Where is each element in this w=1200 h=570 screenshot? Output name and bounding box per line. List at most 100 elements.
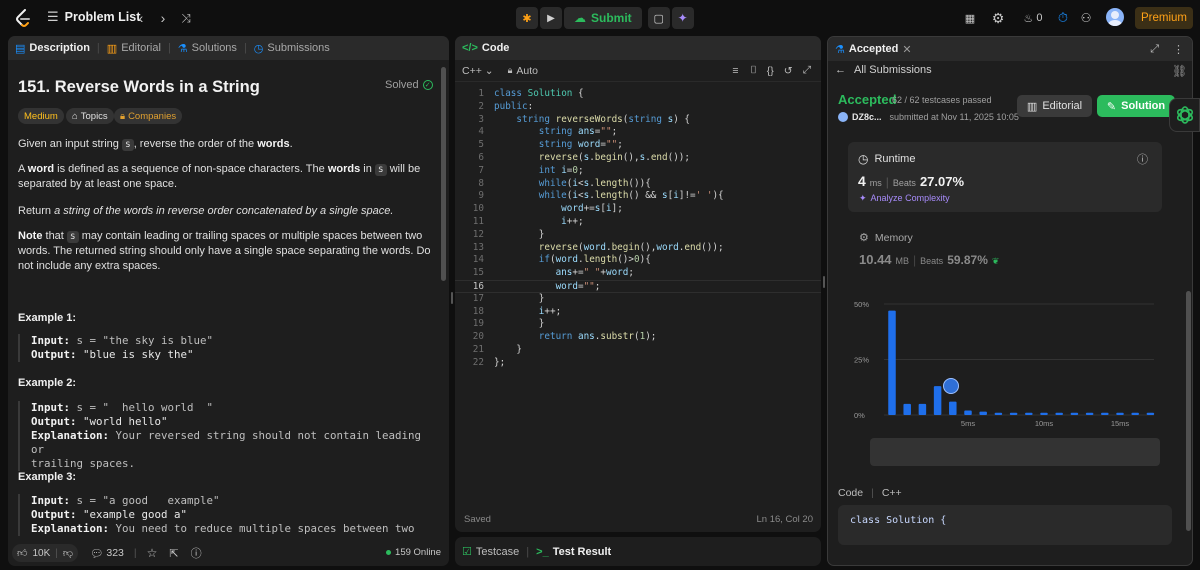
solution-button[interactable]: ✎ Solution bbox=[1097, 95, 1175, 117]
link-icon[interactable]: ⛓ bbox=[1172, 64, 1187, 78]
check-circle-icon: ✓ bbox=[422, 80, 433, 90]
all-submissions-link[interactable]: ← All Submissions bbox=[835, 64, 932, 76]
example-2-title: Example 2: bbox=[18, 377, 77, 389]
runtime-bar[interactable] bbox=[1116, 412, 1124, 415]
runtime-bar[interactable] bbox=[979, 411, 987, 415]
topics-tag[interactable]: ⌂ Topics bbox=[66, 108, 114, 124]
terminal-icon: >_ bbox=[536, 545, 549, 558]
online-dot bbox=[386, 550, 392, 555]
streak-fire-icon[interactable]: ♨ 0 bbox=[1019, 10, 1047, 26]
shuffle-icon[interactable]: ⤨ bbox=[178, 10, 194, 26]
bookmark-icon[interactable]: ⌷ bbox=[750, 64, 756, 77]
description-paragraph-2: A word is defined as a sequence of non-s… bbox=[18, 163, 421, 190]
ai-button[interactable]: ✦ bbox=[671, 7, 694, 29]
tab-accepted[interactable]: ⚗ Accepted ✕ bbox=[828, 43, 919, 56]
companies-tag[interactable]: 🔒︎ Companies bbox=[114, 108, 183, 124]
example-3-block: Input: s = "a good example" Output: "exa… bbox=[18, 494, 428, 536]
close-icon[interactable]: ✕ bbox=[902, 43, 911, 56]
runtime-bar[interactable] bbox=[1055, 412, 1063, 415]
comment-icon[interactable]: 💬︎ bbox=[90, 547, 103, 560]
share-icon[interactable]: ⇱ bbox=[169, 547, 178, 560]
timer-icon[interactable]: ⏱ bbox=[1054, 9, 1072, 27]
runtime-bar[interactable] bbox=[1009, 412, 1018, 415]
auto-mode-label[interactable]: Auto bbox=[516, 65, 538, 77]
fullscreen-icon[interactable]: ⤢ bbox=[803, 64, 811, 77]
layout-icon[interactable]: ▦ bbox=[962, 10, 978, 26]
tab-test-result[interactable]: >_ Test Result bbox=[529, 546, 618, 558]
tab-testcase[interactable]: ☑ Testcase bbox=[455, 545, 526, 559]
x-tick-label: 10ms bbox=[1035, 419, 1054, 428]
thumbs-down-icon[interactable]: 👎︎ bbox=[63, 547, 73, 559]
checkbox-icon: ☑ bbox=[462, 546, 472, 558]
runtime-bar[interactable] bbox=[994, 412, 1003, 415]
runtime-bar[interactable] bbox=[949, 401, 957, 415]
runtime-bar[interactable] bbox=[1040, 412, 1048, 415]
tab-editorial[interactable]: ▥ Editorial bbox=[100, 42, 168, 55]
premium-button[interactable]: Premium bbox=[1135, 7, 1193, 29]
tab-description[interactable]: ▤ Description bbox=[8, 42, 97, 55]
assistant-widget[interactable] bbox=[1169, 98, 1200, 132]
runtime-bar[interactable] bbox=[918, 403, 927, 415]
runtime-bar[interactable] bbox=[903, 403, 911, 415]
x-tick-label: 5ms bbox=[961, 419, 975, 428]
notes-button[interactable]: ▢ bbox=[647, 7, 670, 29]
description-scrollbar[interactable] bbox=[441, 67, 446, 281]
leetcode-logo-icon[interactable] bbox=[14, 9, 31, 27]
runtime-bar[interactable] bbox=[1131, 412, 1139, 415]
more-icon[interactable]: ⋮ bbox=[1173, 43, 1184, 56]
runtime-bar[interactable] bbox=[964, 410, 972, 415]
code-brackets-icon: </> bbox=[462, 42, 478, 54]
prev-problem-icon[interactable]: ‹ bbox=[134, 10, 148, 26]
expand-icon[interactable]: ⤢ bbox=[1150, 43, 1159, 56]
example-3-title: Example 3: bbox=[18, 471, 77, 483]
submit-button[interactable]: ☁ Submit bbox=[564, 7, 642, 29]
run-toolbar: ✱ ▶ ☁ Submit ▢ ✦ bbox=[516, 7, 694, 29]
runtime-bar[interactable] bbox=[933, 386, 942, 415]
problem-title: 151. Reverse Words in a String bbox=[18, 78, 260, 96]
analyze-complexity-link[interactable]: ✦ Analyze Complexity bbox=[859, 193, 950, 204]
right-splitter[interactable] bbox=[823, 276, 825, 288]
testcases-passed: 62 / 62 testcases passed bbox=[892, 95, 992, 105]
openai-icon bbox=[1176, 106, 1193, 124]
settings-gear-icon[interactable]: ⚙ bbox=[990, 10, 1006, 26]
runtime-bar[interactable] bbox=[1101, 412, 1109, 415]
braces-icon[interactable]: {} bbox=[767, 65, 774, 77]
runtime-bar[interactable] bbox=[1070, 412, 1079, 415]
runtime-bar[interactable] bbox=[1085, 412, 1094, 415]
range-selector[interactable] bbox=[870, 438, 1160, 466]
test-panel: ☑ Testcase | >_ Test Result bbox=[455, 537, 821, 566]
clock-icon: ◷ bbox=[858, 152, 869, 166]
runtime-bar[interactable] bbox=[1025, 412, 1033, 415]
example-1-block: Input: s = "the sky is blue" Output: "bl… bbox=[18, 334, 428, 362]
book-icon: ▥ bbox=[106, 42, 118, 55]
code-preview-tabs: Code | C++ bbox=[838, 487, 902, 499]
debug-button[interactable]: ✱ bbox=[516, 7, 538, 29]
problem-list-link[interactable]: ☰ Problem List bbox=[47, 9, 140, 25]
user-avatar[interactable] bbox=[1106, 8, 1124, 26]
difficulty-badge[interactable]: Medium bbox=[18, 108, 64, 124]
tab-submissions[interactable]: ◷ Submissions bbox=[247, 42, 337, 55]
thumbs-up-icon[interactable]: 👍︎ bbox=[17, 547, 27, 559]
online-count: 159 Online bbox=[386, 547, 441, 558]
next-problem-icon[interactable]: › bbox=[156, 10, 170, 26]
info-icon[interactable]: ⓘ bbox=[1137, 151, 1148, 167]
right-scrollbar[interactable] bbox=[1186, 291, 1191, 531]
add-friend-icon[interactable]: ⚇ bbox=[1078, 10, 1094, 26]
editorial-button[interactable]: ▥ Editorial bbox=[1017, 95, 1092, 117]
reset-icon[interactable]: ↺ bbox=[784, 65, 793, 77]
tab-solutions[interactable]: ⚗ Solutions bbox=[171, 42, 244, 55]
lock-icon: 🔒︎ bbox=[120, 110, 126, 122]
tab-code[interactable]: </> Code bbox=[455, 42, 516, 54]
format-icon[interactable]: ≡ bbox=[732, 65, 738, 77]
run-button[interactable]: ▶ bbox=[540, 7, 562, 29]
help-icon[interactable]: ⓘ bbox=[191, 545, 202, 561]
language-select[interactable]: C++ ⌄ bbox=[462, 65, 494, 77]
star-icon[interactable]: ☆ bbox=[147, 546, 158, 560]
runtime-bar[interactable] bbox=[1146, 412, 1155, 415]
runtime-bar[interactable] bbox=[888, 310, 896, 415]
left-splitter[interactable] bbox=[451, 292, 453, 304]
runtime-stats: 4 ms | Beats 27.07% bbox=[858, 173, 965, 189]
user-avatar-small bbox=[838, 112, 848, 122]
solved-status: Solved ✓ bbox=[385, 79, 433, 91]
code-editor[interactable]: 1 class Solution { 2 public: 3 string reve… bbox=[455, 88, 821, 370]
